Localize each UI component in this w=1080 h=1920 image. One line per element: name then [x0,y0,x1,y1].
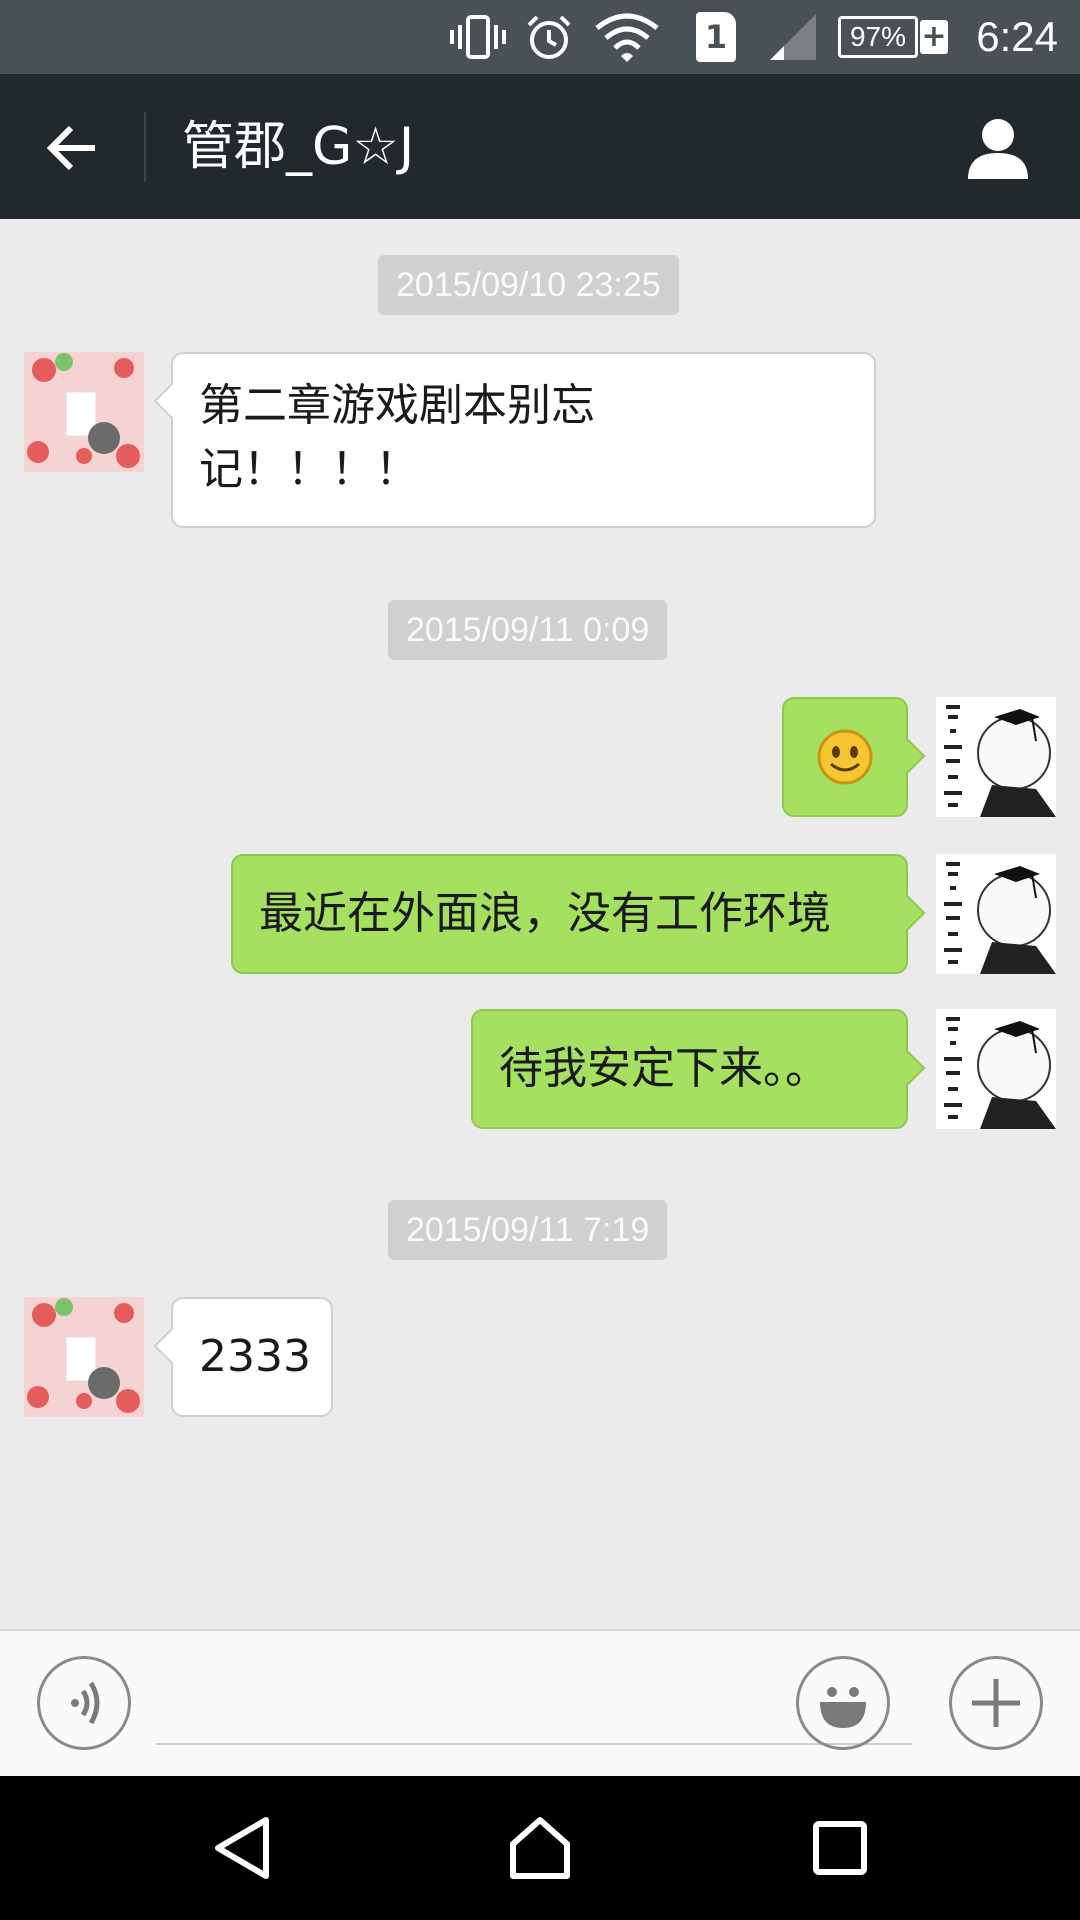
timestamp: 2015/09/11 0:09 [388,600,668,660]
sent-message[interactable]: 待我安定下来。。 [471,1009,908,1129]
clock: 6:24 [976,13,1058,60]
title-bar: 管郡_G☆J [0,74,1080,219]
voice-icon [71,1681,100,1725]
nav-home-button[interactable] [490,1798,590,1898]
input-bar [0,1629,1080,1776]
person-icon [968,119,1028,179]
emoji-icon [820,1687,866,1728]
battery-level: 97% [849,21,907,52]
title-divider [144,112,146,182]
emoji-button[interactable] [796,1656,890,1750]
alarm-icon [522,0,576,74]
plus-icon [972,1679,1020,1727]
received-message[interactable]: 第二章游戏剧本别忘 记！！！！ [171,352,876,528]
smile-emoji [817,729,873,785]
sent-message[interactable]: 最近在外面浪，没有工作环境 [231,854,908,974]
voice-button[interactable] [37,1656,131,1750]
back-triangle-icon [215,1817,269,1879]
sim-slot-label: 1 [696,12,736,62]
my-avatar[interactable] [936,697,1056,817]
nav-back-button[interactable] [192,1798,292,1898]
battery-icon: 97% + [836,0,950,74]
timestamp: 2015/09/11 7:19 [388,1200,668,1260]
sent-emoji-message[interactable] [782,697,908,817]
profile-button[interactable] [956,106,1040,190]
contact-avatar[interactable] [24,352,144,472]
sim-icon: 1 [692,0,740,74]
my-avatar[interactable] [936,1009,1056,1129]
recents-icon [813,1821,867,1875]
message-line: 记！！！！ [199,444,419,495]
arrow-left-icon [46,125,95,171]
contact-avatar[interactable] [24,1297,144,1417]
add-button[interactable] [949,1656,1043,1750]
message-line: 第二章游戏剧本别忘 [199,380,595,431]
chat-title: 管郡_G☆J [182,117,415,177]
status-bar: 1 97% + 6:24 [0,0,1080,74]
wifi-icon [592,0,662,74]
my-avatar[interactable] [936,854,1056,974]
vibrate-icon [448,0,508,74]
navigation-bar [0,1776,1080,1920]
home-icon [510,1817,570,1879]
signal-icon [764,0,822,74]
message-list[interactable]: 2015/09/10 23:25 第二章游戏剧本别忘 记！！！！ 2015/09… [0,219,1080,1629]
nav-recents-button[interactable] [790,1798,890,1898]
back-button[interactable] [30,106,114,190]
timestamp: 2015/09/10 23:25 [378,255,679,315]
received-message[interactable]: 2333 [171,1297,333,1417]
charging-plus-icon: + [920,19,948,54]
